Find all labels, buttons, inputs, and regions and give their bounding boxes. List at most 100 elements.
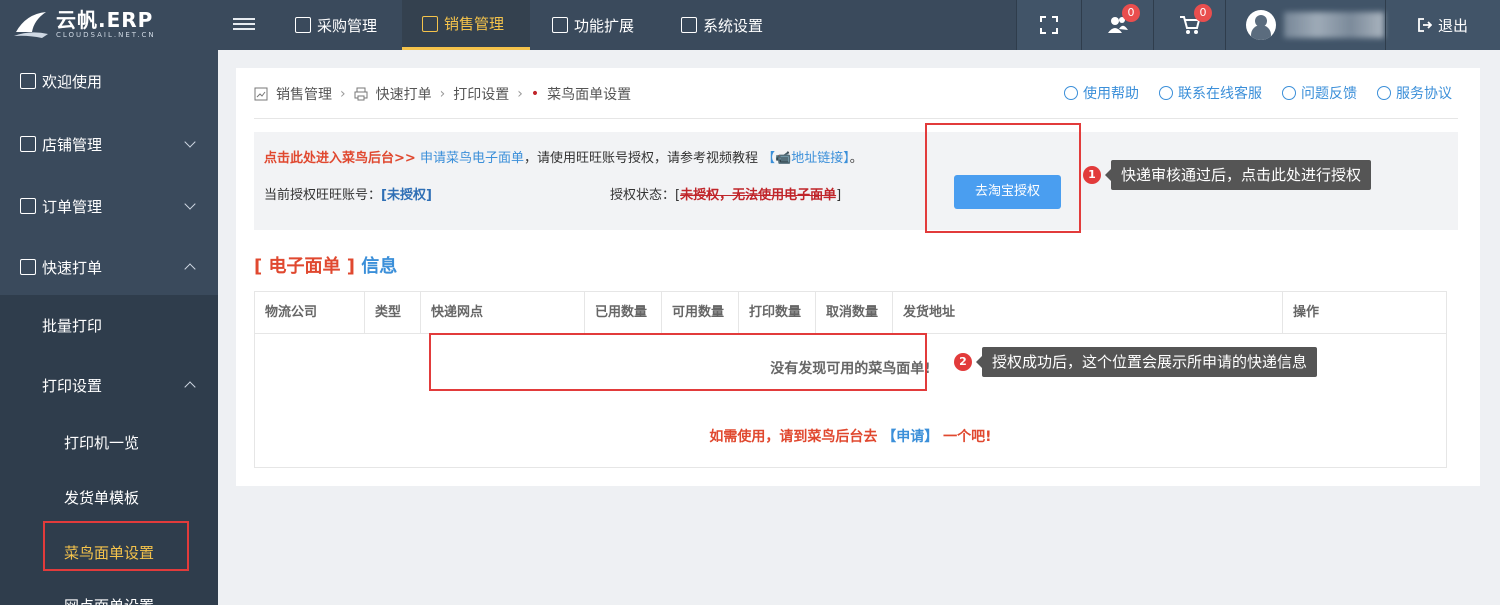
topnav-extension[interactable]: 功能扩展: [552, 0, 642, 50]
breadcrumb-current: 菜鸟面单设置: [547, 87, 632, 103]
brand-title: 云帆.ERP: [56, 8, 154, 32]
status-label: 授权状态：: [610, 188, 676, 203]
fullscreen-icon: [1040, 16, 1058, 34]
sidebar-item-printers[interactable]: 打印机一览: [0, 415, 218, 470]
chevron-right-icon: ›: [340, 86, 346, 102]
help-link[interactable]: 使用帮助: [1064, 83, 1139, 103]
topnav-settings[interactable]: 系统设置: [681, 0, 771, 50]
top-bar: 云帆.ERP CLOUDSAIL.NET.CN 采购管理 销售管理 功能扩展 系…: [0, 0, 1500, 50]
store-icon: [20, 136, 36, 152]
cart-badge: 0: [1194, 4, 1212, 22]
breadcrumb-item[interactable]: 销售管理: [276, 84, 332, 104]
topnav-label: 系统设置: [703, 16, 764, 35]
support-link-label: 联系在线客服: [1178, 86, 1262, 102]
topnav-sales[interactable]: 销售管理: [402, 0, 530, 50]
chevron-up-icon: [184, 381, 196, 393]
help-link-label: 使用帮助: [1083, 86, 1139, 102]
messages-badge: 0: [1122, 4, 1140, 22]
main-content: 销售管理 › 快速打单 › 打印设置 › • 菜鸟面单设置 使用帮助 联系在线客…: [236, 68, 1480, 486]
table-header-cell: 取消数量: [816, 292, 893, 334]
messages-button[interactable]: 0: [1081, 0, 1153, 50]
headset-icon: [1159, 86, 1173, 100]
sidebar-item-print-settings[interactable]: 打印设置: [0, 355, 218, 415]
sidebar-item-welcome[interactable]: 欢迎使用: [0, 62, 218, 100]
topnav-label: 采购管理: [317, 16, 378, 35]
sidebar-item-orders[interactable]: 订单管理: [0, 187, 218, 225]
feedback-link[interactable]: 问题反馈: [1282, 83, 1357, 103]
help-links: 使用帮助 联系在线客服 问题反馈 服务协议: [1064, 83, 1452, 103]
orders-icon: [20, 198, 36, 214]
highlight-box: [429, 333, 927, 391]
table-header-cell: 快递网点: [421, 292, 585, 334]
topnav-label: 销售管理: [444, 15, 505, 33]
apply-waybill-link[interactable]: 申请菜鸟电子面单: [420, 151, 524, 166]
sidebar-item-label: 欢迎使用: [42, 72, 103, 91]
step-number: 1: [1083, 166, 1101, 184]
section-title-part2: 信息: [361, 256, 398, 277]
sidebar-item-label: 批量打印: [42, 316, 103, 335]
agreement-link[interactable]: 服务协议: [1377, 83, 1452, 103]
fullscreen-button[interactable]: [1016, 0, 1081, 50]
lightbulb-icon: [1282, 86, 1296, 100]
apply-link[interactable]: 【申请】: [882, 429, 938, 445]
top-right-toolbar: 0 0 退出: [1016, 0, 1500, 50]
highlight-box: [43, 521, 189, 571]
settings-icon: [681, 17, 697, 33]
table-header-cell: 物流公司: [255, 292, 365, 334]
document-icon: [1377, 86, 1391, 100]
extension-icon: [552, 17, 568, 33]
cart-button[interactable]: 0: [1153, 0, 1225, 50]
chevron-down-icon: [184, 198, 196, 210]
chevron-up-icon: [184, 263, 196, 275]
sidebar-item-label: 打印机一览: [64, 434, 140, 452]
sidebar-item-label: 发货单模板: [64, 489, 140, 507]
chevron-down-icon: [184, 136, 196, 148]
sidebar-item-outlet-waybill[interactable]: 网点面单设置: [0, 580, 218, 605]
logout-icon: [1418, 18, 1432, 32]
support-link[interactable]: 联系在线客服: [1159, 83, 1262, 103]
user-menu[interactable]: [1225, 0, 1385, 50]
sidebar-item-label: 网点面单设置: [64, 595, 154, 605]
sidebar-item-batch-print[interactable]: 批量打印: [0, 295, 218, 355]
status-bracket: ]: [836, 188, 842, 203]
printer-icon: [20, 259, 36, 275]
topnav-purchase[interactable]: 采购管理: [295, 0, 385, 50]
table-header-cell: 可用数量: [662, 292, 739, 334]
chart-icon: [254, 87, 268, 101]
table-header-cell: 类型: [365, 292, 421, 334]
sidebar-item-store[interactable]: 店铺管理: [0, 125, 218, 163]
sidebar-item-quick-print[interactable]: 快速打单: [0, 248, 218, 286]
apply-prefix: 如需使用，请到菜鸟后台去: [709, 429, 878, 445]
sail-logo-icon: [14, 12, 48, 38]
sidebar-item-invoice-template[interactable]: 发货单模板: [0, 470, 218, 525]
printer-icon: [354, 87, 368, 101]
sidebar: 欢迎使用 店铺管理 订单管理 快速打单 批量打印 打印设置 打印机一览 发货单模…: [0, 50, 218, 605]
topnav-label: 功能扩展: [574, 16, 635, 35]
instruction-text: ，请使用旺旺账号授权，请参考视频教程: [523, 151, 758, 166]
apply-message: 如需使用，请到菜鸟后台去 【申请】 一个吧!: [255, 426, 1446, 446]
enter-backend-link[interactable]: 点击此处进入菜鸟后台>>: [264, 151, 416, 166]
table-header-cell: 已用数量: [585, 292, 662, 334]
status-row: 授权状态：[未授权，无法使用电子面单]: [610, 184, 841, 203]
table-header-cell: 发货地址: [893, 292, 1283, 334]
agreement-link-label: 服务协议: [1396, 86, 1452, 102]
callout-2: 授权成功后，这个位置会展示所申请的快递信息: [975, 347, 1318, 377]
feedback-link-label: 问题反馈: [1301, 86, 1357, 102]
chevron-right-icon: ›: [517, 86, 523, 102]
welcome-icon: [20, 73, 36, 89]
question-icon: [1064, 86, 1078, 100]
account-row: 当前授权旺旺账号：[未授权]: [264, 184, 432, 203]
brand-subtitle: CLOUDSAIL.NET.CN: [56, 31, 156, 39]
table-header-cell: 打印数量: [739, 292, 816, 334]
divider: [254, 118, 1458, 119]
logo[interactable]: 云帆.ERP CLOUDSAIL.NET.CN: [0, 0, 218, 50]
video-link[interactable]: 【📹地址链接】: [762, 151, 850, 166]
logout-button[interactable]: 退出: [1385, 0, 1500, 50]
sidebar-item-label: 店铺管理: [42, 135, 103, 154]
breadcrumb-item[interactable]: 快速打单: [376, 84, 432, 104]
diamond-icon: •: [530, 86, 540, 102]
sidebar-item-label: 打印设置: [42, 376, 103, 395]
table-header-cell: 操作: [1293, 305, 1320, 320]
menu-toggle-icon[interactable]: [233, 15, 255, 35]
breadcrumb-item[interactable]: 打印设置: [453, 84, 509, 104]
